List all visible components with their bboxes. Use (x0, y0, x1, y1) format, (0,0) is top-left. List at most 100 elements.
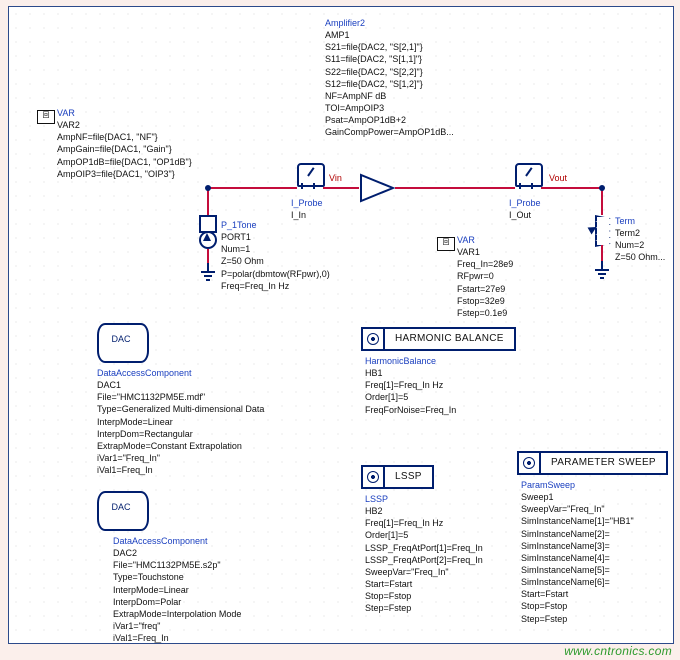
param: Freq=Freq_In Hz (221, 280, 330, 292)
param: SimInstanceName[2]= (521, 528, 634, 540)
param: SimInstanceName[5]= (521, 564, 634, 576)
param: Num=2 (615, 239, 665, 251)
wire (207, 187, 297, 189)
dac1-params[interactable]: DataAccessComponent DAC1 File="HMC1132PM… (97, 367, 264, 476)
amplifier-symbol[interactable] (359, 173, 395, 203)
inst-name: VAR2 (57, 119, 192, 131)
header: P_1Tone (221, 219, 330, 231)
ground-symbol (201, 271, 215, 281)
header: HarmonicBalance (365, 355, 456, 367)
i-probe-out-symbol[interactable] (513, 163, 543, 189)
param: iVal1=Freq_In (97, 464, 264, 476)
i-probe-in-params[interactable]: I_Probe I_In (291, 197, 323, 221)
wire (207, 187, 209, 215)
p1tone-params[interactable]: P_1Tone PORT1 Num=1 Z=50 Ohm P=polar(dbm… (221, 219, 330, 292)
header: I_Probe (291, 197, 323, 209)
header: ParamSweep (521, 479, 634, 491)
param: Start=Fstart (521, 588, 634, 600)
param: ExtrapMode=Interpolation Mode (113, 608, 241, 620)
param: S22=file{DAC2, "S[2,2]"} (325, 66, 454, 78)
param: Fstop=32e9 (457, 295, 513, 307)
controller-icon (517, 451, 541, 475)
header: Term (615, 215, 665, 227)
dac2-symbol[interactable]: DAC (97, 491, 145, 527)
ground-symbol (595, 269, 609, 279)
param: S21=file{DAC2, "S[2,1]"} (325, 41, 454, 53)
param: Z=50 Ohm... (615, 251, 665, 263)
var-icon: 回 (437, 237, 455, 251)
dac1-symbol[interactable]: DAC (97, 323, 145, 359)
param: Stop=Fstop (365, 590, 483, 602)
param: Freq[1]=Freq_In Hz (365, 379, 456, 391)
param: AmpGain=file{DAC1, "Gain"} (57, 143, 192, 155)
var2-params[interactable]: VAR VAR2 AmpNF=file{DAC1, "NF"} AmpGain=… (57, 107, 192, 180)
param: InterpMode=Linear (113, 584, 241, 596)
param: SweepVar="Freq_In" (365, 566, 483, 578)
header: VAR (457, 234, 513, 246)
i-probe-out-params[interactable]: I_Probe I_Out (509, 197, 541, 221)
term-symbol[interactable] (595, 215, 609, 249)
lssp-controller[interactable]: LSSP (361, 465, 434, 489)
harmonic-balance-params[interactable]: HarmonicBalance HB1 Freq[1]=Freq_In Hz O… (365, 355, 456, 416)
param: LSSP_FreqAtPort[2]=Freq_In (365, 554, 483, 566)
harmonic-balance-controller[interactable]: HARMONIC BALANCE (361, 327, 516, 351)
header: DataAccessComponent (97, 367, 264, 379)
header: VAR (57, 107, 192, 119)
var1-params[interactable]: VAR VAR1 Freq_In=28e9 RFpwr=0 Fstart=27e… (457, 234, 513, 319)
param: InterpMode=Linear (97, 416, 264, 428)
controller-title: PARAMETER SWEEP (541, 451, 668, 475)
param: AmpOIP3=file{DAC1, "OIP3"} (57, 168, 192, 180)
schematic-canvas[interactable]: Vin Vout 回 回 Amplifier2 AMP1 S21=file{DA… (8, 6, 674, 644)
p1tone-symbol[interactable] (199, 215, 217, 249)
param: SimInstanceName[1]="HB1" (521, 515, 634, 527)
wire (323, 187, 359, 189)
param: File="HMC1132PM5E.s2p" (113, 559, 241, 571)
lssp-params[interactable]: LSSP HB2 Freq[1]=Freq_In Hz Order[1]=5 L… (365, 493, 483, 614)
param: Type=Touchstone (113, 571, 241, 583)
inst-name: DAC1 (97, 379, 264, 391)
param: AmpNF=file{DAC1, "NF"} (57, 131, 192, 143)
param: Z=50 Ohm (221, 255, 330, 267)
param: AmpOP1dB=file{DAC1, "OP1dB"} (57, 156, 192, 168)
param: LSSP_FreqAtPort[1]=Freq_In (365, 542, 483, 554)
wire (395, 187, 515, 189)
inst-name: HB2 (365, 505, 483, 517)
i-probe-in-symbol[interactable] (295, 163, 325, 189)
param: Fstart=27e9 (457, 283, 513, 295)
controller-icon (361, 465, 385, 489)
param: Stop=Fstop (521, 600, 634, 612)
param: S11=file{DAC2, "S[1,1]"} (325, 53, 454, 65)
param: Order[1]=5 (365, 529, 483, 541)
term-params[interactable]: Term Term2 Num=2 Z=50 Ohm... (615, 215, 665, 264)
param: SimInstanceName[6]= (521, 576, 634, 588)
parameter-sweep-controller[interactable]: PARAMETER SWEEP (517, 451, 668, 475)
watermark: www.cntronics.com (564, 644, 672, 658)
param: FreqForNoise=Freq_In (365, 404, 456, 416)
controller-icon (361, 327, 385, 351)
param: S12=file{DAC2, "S[1,2]"} (325, 78, 454, 90)
param: P=polar(dbmtow(RFpwr),0) (221, 268, 330, 280)
inst-name: Sweep1 (521, 491, 634, 503)
dac-label: DAC (97, 334, 145, 344)
controller-title: HARMONIC BALANCE (385, 327, 516, 351)
param: SweepVar="Freq_In" (521, 503, 634, 515)
wire (207, 249, 209, 263)
param: SimInstanceName[4]= (521, 552, 634, 564)
amplifier-params[interactable]: Amplifier2 AMP1 S21=file{DAC2, "S[2,1]"}… (325, 17, 454, 138)
dac-label: DAC (97, 502, 145, 512)
net-label-vout: Vout (549, 173, 567, 183)
inst-name: VAR1 (457, 246, 513, 258)
net-label-vin: Vin (329, 173, 342, 183)
param: File="HMC1132PM5E.mdf" (97, 391, 264, 403)
inst-name: I_Out (509, 209, 541, 221)
param: Step=Fstep (365, 602, 483, 614)
param: iVar1="Freq_In" (97, 452, 264, 464)
inst-name: DAC2 (113, 547, 241, 559)
param: Freq_In=28e9 (457, 258, 513, 270)
param: Step=Fstep (521, 613, 634, 625)
header: I_Probe (509, 197, 541, 209)
wire (601, 187, 603, 215)
parameter-sweep-params[interactable]: ParamSweep Sweep1 SweepVar="Freq_In" Sim… (521, 479, 634, 625)
header: DataAccessComponent (113, 535, 241, 547)
dac2-params[interactable]: DataAccessComponent DAC2 File="HMC1132PM… (113, 535, 241, 644)
